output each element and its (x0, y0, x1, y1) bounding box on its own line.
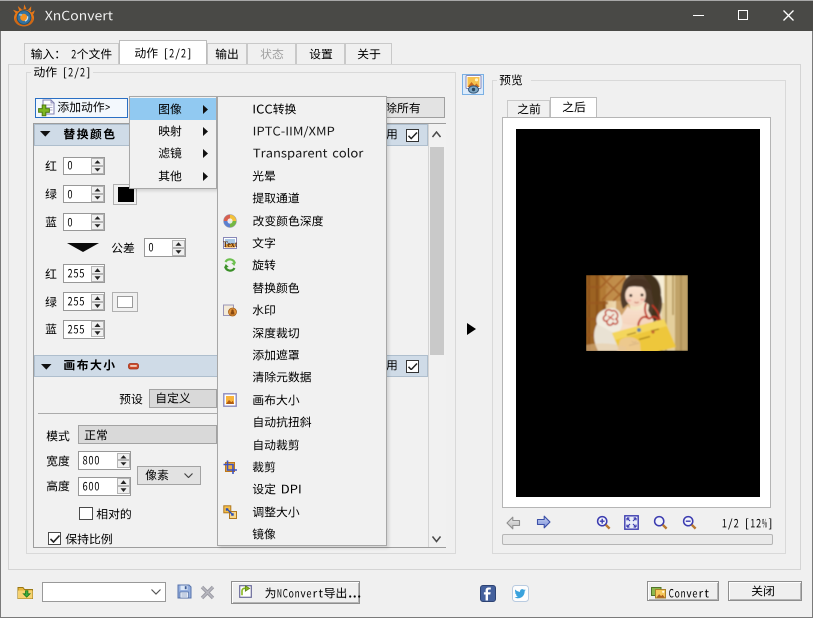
svg-text:Text: Text (223, 240, 237, 249)
